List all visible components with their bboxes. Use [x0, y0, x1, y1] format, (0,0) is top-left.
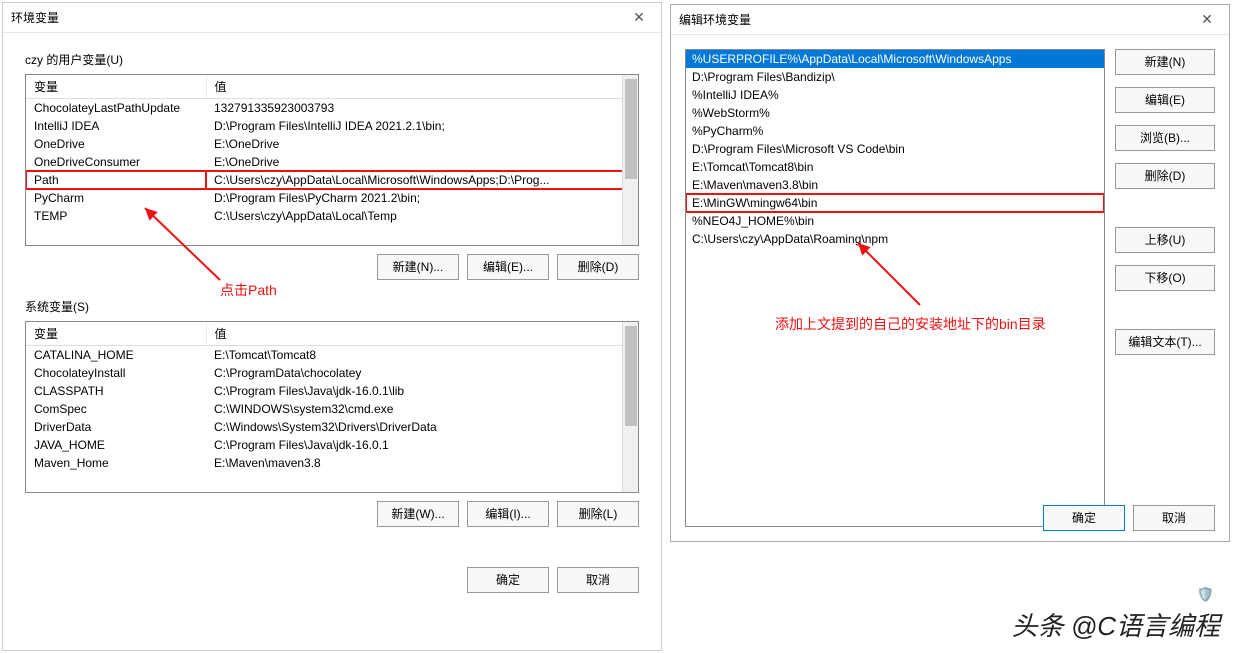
list-item[interactable]: E:\MinGW\mingw64\bin — [686, 194, 1104, 212]
var-name: CATALINA_HOME — [26, 346, 206, 365]
edit-sys-button[interactable]: 编辑(I)... — [467, 501, 549, 527]
var-name: DriverData — [26, 418, 206, 436]
var-name: CLASSPATH — [26, 382, 206, 400]
table-row[interactable]: PyCharmD:\Program Files\PyCharm 2021.2\b… — [26, 189, 638, 207]
var-value: D:\Program Files\IntelliJ IDEA 2021.2.1\… — [206, 117, 638, 135]
var-name: ComSpec — [26, 400, 206, 418]
dialog-title: 编辑环境变量 — [679, 11, 751, 28]
sys-vars-label: 系统变量(S) — [25, 298, 661, 315]
var-value: D:\Program Files\PyCharm 2021.2\bin; — [206, 189, 638, 207]
col-variable[interactable]: 变量 — [26, 322, 206, 346]
edit-user-button[interactable]: 编辑(E)... — [467, 254, 549, 280]
var-value: 132791335923003793 — [206, 99, 638, 118]
move-down-button[interactable]: 下移(O) — [1115, 265, 1215, 291]
list-item[interactable]: %WebStorm% — [686, 104, 1104, 122]
table-row[interactable]: OneDriveE:\OneDrive — [26, 135, 638, 153]
var-name: ChocolateyLastPathUpdate — [26, 99, 206, 118]
table-row[interactable]: DriverDataC:\Windows\System32\Drivers\Dr… — [26, 418, 638, 436]
var-value: C:\Users\czy\AppData\Local\Temp — [206, 207, 638, 225]
browse-button[interactable]: 浏览(B)... — [1115, 125, 1215, 151]
table-row[interactable]: CATALINA_HOMEE:\Tomcat\Tomcat8 — [26, 346, 638, 365]
titlebar: 环境变量 ✕ — [3, 3, 661, 33]
path-listbox[interactable]: %USERPROFILE%\AppData\Local\Microsoft\Wi… — [685, 49, 1105, 527]
ok-button[interactable]: 确定 — [467, 567, 549, 593]
env-vars-dialog: 环境变量 ✕ czy 的用户变量(U) 变量 值 ChocolateyLastP… — [2, 2, 662, 651]
list-item[interactable]: E:\Tomcat\Tomcat8\bin — [686, 158, 1104, 176]
col-variable[interactable]: 变量 — [26, 75, 206, 99]
list-item[interactable]: D:\Program Files\Bandizip\ — [686, 68, 1104, 86]
close-icon[interactable]: ✕ — [1193, 11, 1221, 28]
var-name: PyCharm — [26, 189, 206, 207]
var-value: E:\Maven\maven3.8 — [206, 454, 638, 472]
user-vars-label: czy 的用户变量(U) — [25, 51, 661, 68]
delete-user-button[interactable]: 删除(D) — [557, 254, 639, 280]
list-item[interactable]: D:\Program Files\Microsoft VS Code\bin — [686, 140, 1104, 158]
var-value: E:\OneDrive — [206, 153, 638, 171]
watermark: 头条 @C语言编程 — [1012, 606, 1220, 643]
var-name: OneDriveConsumer — [26, 153, 206, 171]
var-name: Maven_Home — [26, 454, 206, 472]
table-row[interactable]: IntelliJ IDEAD:\Program Files\IntelliJ I… — [26, 117, 638, 135]
var-value: C:\Windows\System32\Drivers\DriverData — [206, 418, 638, 436]
new-user-button[interactable]: 新建(N)... — [377, 254, 459, 280]
table-row[interactable]: TEMPC:\Users\czy\AppData\Local\Temp — [26, 207, 638, 225]
var-name: TEMP — [26, 207, 206, 225]
delete-button[interactable]: 删除(D) — [1115, 163, 1215, 189]
table-row[interactable]: JAVA_HOMEC:\Program Files\Java\jdk-16.0.… — [26, 436, 638, 454]
new-button[interactable]: 新建(N) — [1115, 49, 1215, 75]
edit-text-button[interactable]: 编辑文本(T)... — [1115, 329, 1215, 355]
var-value: E:\Tomcat\Tomcat8 — [206, 346, 638, 365]
move-up-button[interactable]: 上移(U) — [1115, 227, 1215, 253]
table-row[interactable]: ChocolateyInstallC:\ProgramData\chocolat… — [26, 364, 638, 382]
edit-env-var-dialog: 编辑环境变量 ✕ %USERPROFILE%\AppData\Local\Mic… — [670, 4, 1230, 542]
var-value: C:\Program Files\Java\jdk-16.0.1 — [206, 436, 638, 454]
var-value: C:\WINDOWS\system32\cmd.exe — [206, 400, 638, 418]
shield-icon: 🛡️ — [1197, 586, 1214, 603]
edit-button[interactable]: 编辑(E) — [1115, 87, 1215, 113]
table-row[interactable]: ComSpecC:\WINDOWS\system32\cmd.exe — [26, 400, 638, 418]
var-value: E:\OneDrive — [206, 135, 638, 153]
scrollbar[interactable] — [622, 75, 638, 245]
ok-button[interactable]: 确定 — [1043, 505, 1125, 531]
sys-vars-table[interactable]: 变量 值 CATALINA_HOMEE:\Tomcat\Tomcat8Choco… — [25, 321, 639, 493]
user-vars-table[interactable]: 变量 值 ChocolateyLastPathUpdate13279133592… — [25, 74, 639, 246]
var-value: C:\Users\czy\AppData\Local\Microsoft\Win… — [206, 171, 638, 189]
col-value[interactable]: 值 — [206, 75, 638, 99]
list-item[interactable]: %PyCharm% — [686, 122, 1104, 140]
cancel-button[interactable]: 取消 — [1133, 505, 1215, 531]
list-item[interactable]: %USERPROFILE%\AppData\Local\Microsoft\Wi… — [686, 50, 1104, 68]
var-name: OneDrive — [26, 135, 206, 153]
var-name: ChocolateyInstall — [26, 364, 206, 382]
list-item[interactable]: %IntelliJ IDEA% — [686, 86, 1104, 104]
list-item[interactable]: E:\Maven\maven3.8\bin — [686, 176, 1104, 194]
table-row[interactable]: CLASSPATHC:\Program Files\Java\jdk-16.0.… — [26, 382, 638, 400]
col-value[interactable]: 值 — [206, 322, 638, 346]
cancel-button[interactable]: 取消 — [557, 567, 639, 593]
list-item[interactable]: %NEO4J_HOME%\bin — [686, 212, 1104, 230]
titlebar: 编辑环境变量 ✕ — [671, 5, 1229, 35]
list-item[interactable]: C:\Users\czy\AppData\Roaming\npm — [686, 230, 1104, 248]
dialog-title: 环境变量 — [11, 9, 59, 26]
delete-sys-button[interactable]: 删除(L) — [557, 501, 639, 527]
var-name: JAVA_HOME — [26, 436, 206, 454]
table-row[interactable]: ChocolateyLastPathUpdate1327913359230037… — [26, 99, 638, 118]
table-row[interactable]: Maven_HomeE:\Maven\maven3.8 — [26, 454, 638, 472]
table-row[interactable]: OneDriveConsumerE:\OneDrive — [26, 153, 638, 171]
var-name: Path — [26, 171, 206, 189]
scrollbar[interactable] — [622, 322, 638, 492]
var-value: C:\Program Files\Java\jdk-16.0.1\lib — [206, 382, 638, 400]
var-name: IntelliJ IDEA — [26, 117, 206, 135]
table-row[interactable]: PathC:\Users\czy\AppData\Local\Microsoft… — [26, 171, 638, 189]
new-sys-button[interactable]: 新建(W)... — [377, 501, 459, 527]
close-icon[interactable]: ✕ — [625, 9, 653, 26]
var-value: C:\ProgramData\chocolatey — [206, 364, 638, 382]
